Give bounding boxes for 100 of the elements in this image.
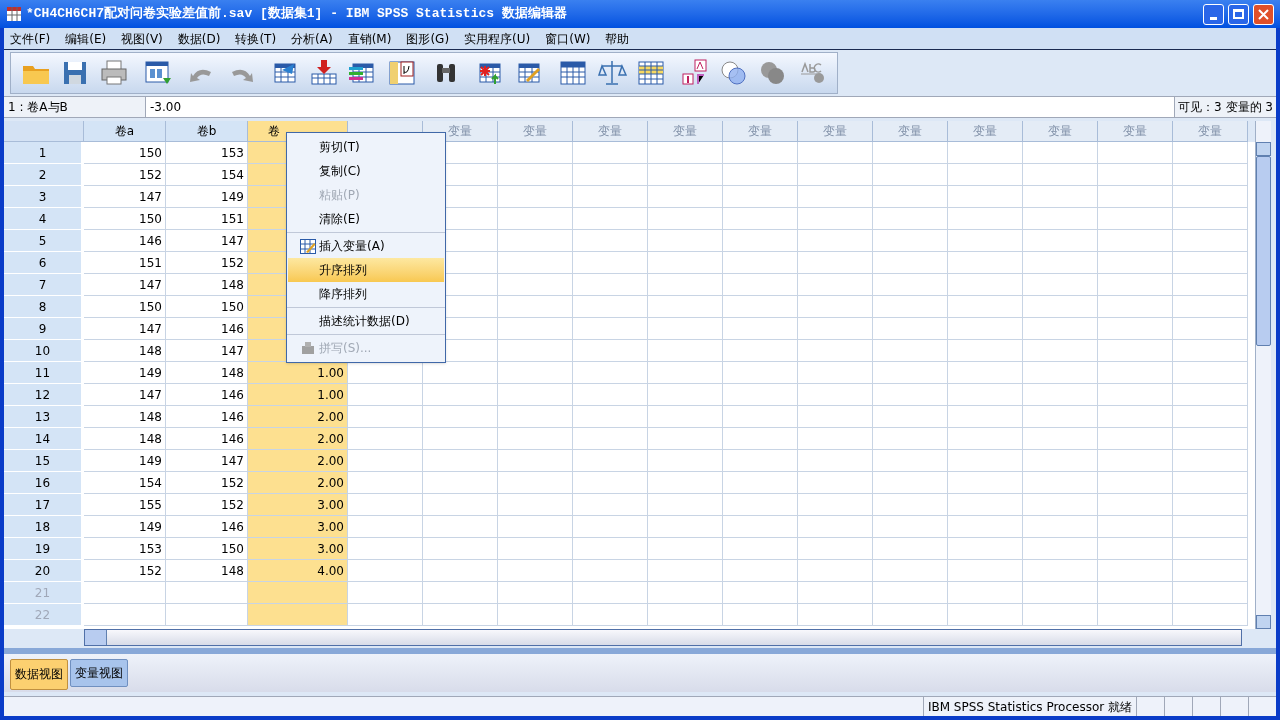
table-cell[interactable] — [948, 142, 1023, 164]
table-cell[interactable] — [1023, 208, 1098, 230]
table-cell[interactable] — [498, 318, 573, 340]
maximize-button[interactable] — [1228, 3, 1249, 25]
table-cell[interactable] — [723, 538, 798, 560]
printer-icon[interactable] — [99, 58, 129, 88]
table-cell[interactable]: 2.00 — [248, 428, 348, 450]
table-cell[interactable] — [798, 274, 873, 296]
table-cell[interactable] — [798, 318, 873, 340]
table-cell[interactable] — [873, 318, 948, 340]
row-number[interactable]: 17 — [4, 494, 84, 516]
table-cell[interactable] — [723, 406, 798, 428]
table-cell[interactable] — [798, 494, 873, 516]
table-cell[interactable] — [1173, 142, 1248, 164]
table-cell[interactable]: 153 — [84, 538, 166, 560]
table-cell[interactable] — [1023, 274, 1098, 296]
table-cell[interactable] — [1173, 340, 1248, 362]
table-cell[interactable]: 3.00 — [248, 516, 348, 538]
table-cell[interactable]: 3.00 — [248, 538, 348, 560]
table-cell[interactable] — [723, 230, 798, 252]
table-cell[interactable] — [1023, 164, 1098, 186]
table-cell[interactable] — [723, 428, 798, 450]
table-cell[interactable] — [348, 516, 423, 538]
row-number[interactable]: 5 — [4, 230, 84, 252]
table-cell[interactable] — [948, 318, 1023, 340]
table-cell[interactable] — [1173, 472, 1248, 494]
table-cell[interactable]: 148 — [84, 428, 166, 450]
overlapping-circles-icon[interactable] — [719, 58, 749, 88]
table-cell[interactable] — [648, 340, 723, 362]
table-cell[interactable] — [648, 406, 723, 428]
horizontal-scrollbar[interactable] — [84, 629, 1242, 646]
table-cell[interactable] — [723, 472, 798, 494]
table-cell[interactable]: 4.00 — [248, 560, 348, 582]
table-cell[interactable] — [648, 208, 723, 230]
view-tab[interactable]: 变量视图 — [70, 659, 128, 687]
table-cell[interactable] — [648, 230, 723, 252]
table-cell[interactable] — [573, 362, 648, 384]
table-cell[interactable] — [723, 318, 798, 340]
table-cell[interactable] — [873, 164, 948, 186]
table-cell[interactable] — [498, 516, 573, 538]
table-cell[interactable] — [798, 428, 873, 450]
table-cell[interactable] — [1098, 164, 1173, 186]
table-cell[interactable] — [1098, 296, 1173, 318]
table-cell[interactable] — [1023, 318, 1098, 340]
table-cell[interactable] — [1173, 516, 1248, 538]
table-cell[interactable] — [873, 208, 948, 230]
table-cell[interactable] — [798, 296, 873, 318]
row-number[interactable]: 15 — [4, 450, 84, 472]
table-cell[interactable] — [1098, 186, 1173, 208]
row-number[interactable]: 20 — [4, 560, 84, 582]
table-cell[interactable] — [573, 318, 648, 340]
table-cell[interactable] — [1023, 142, 1098, 164]
table-cell[interactable]: 152 — [84, 164, 166, 186]
table-cell[interactable] — [1173, 208, 1248, 230]
table-cell[interactable] — [798, 384, 873, 406]
table-cell[interactable] — [873, 516, 948, 538]
row-number[interactable]: 18 — [4, 516, 84, 538]
table-cell[interactable] — [723, 340, 798, 362]
table-cell[interactable] — [498, 560, 573, 582]
table-cell[interactable] — [648, 428, 723, 450]
menu-item[interactable]: 文件(F) — [10, 29, 51, 48]
table-cell[interactable] — [498, 230, 573, 252]
row-number[interactable]: 16 — [4, 472, 84, 494]
table-cell[interactable]: 147 — [84, 384, 166, 406]
table-cell[interactable] — [498, 472, 573, 494]
table-cell[interactable] — [84, 604, 166, 626]
table-cell[interactable] — [498, 340, 573, 362]
table-cell[interactable] — [723, 560, 798, 582]
table-cell[interactable] — [873, 384, 948, 406]
table-cell[interactable] — [1023, 450, 1098, 472]
table-cell[interactable] — [573, 164, 648, 186]
table-cell[interactable] — [1023, 472, 1098, 494]
table-cell[interactable] — [948, 538, 1023, 560]
table-cell[interactable]: 150 — [84, 142, 166, 164]
table-cell[interactable] — [1023, 406, 1098, 428]
table-cell[interactable] — [723, 450, 798, 472]
table-cell[interactable] — [348, 538, 423, 560]
table-cell[interactable] — [1098, 494, 1173, 516]
table-cell[interactable] — [948, 494, 1023, 516]
table-cell[interactable] — [573, 472, 648, 494]
table-cell[interactable]: 2.00 — [248, 450, 348, 472]
close-button[interactable] — [1253, 3, 1274, 25]
table-cell[interactable] — [573, 560, 648, 582]
table-cell[interactable]: 148 — [84, 406, 166, 428]
table-cell[interactable] — [423, 560, 498, 582]
table-cell[interactable] — [573, 340, 648, 362]
row-number[interactable]: 13 — [4, 406, 84, 428]
table-cell[interactable] — [1098, 538, 1173, 560]
column-header[interactable]: 卷a — [84, 121, 166, 142]
table-cell[interactable] — [1173, 274, 1248, 296]
table-cell[interactable]: 154 — [84, 472, 166, 494]
table-cell[interactable] — [723, 296, 798, 318]
table-cell[interactable] — [873, 450, 948, 472]
table-cell[interactable] — [423, 428, 498, 450]
table-cell[interactable]: 2.00 — [248, 472, 348, 494]
table-cell[interactable] — [1098, 428, 1173, 450]
table-cell[interactable] — [798, 186, 873, 208]
table-cell[interactable] — [798, 516, 873, 538]
table-cell[interactable] — [1023, 252, 1098, 274]
table-cell[interactable] — [798, 472, 873, 494]
